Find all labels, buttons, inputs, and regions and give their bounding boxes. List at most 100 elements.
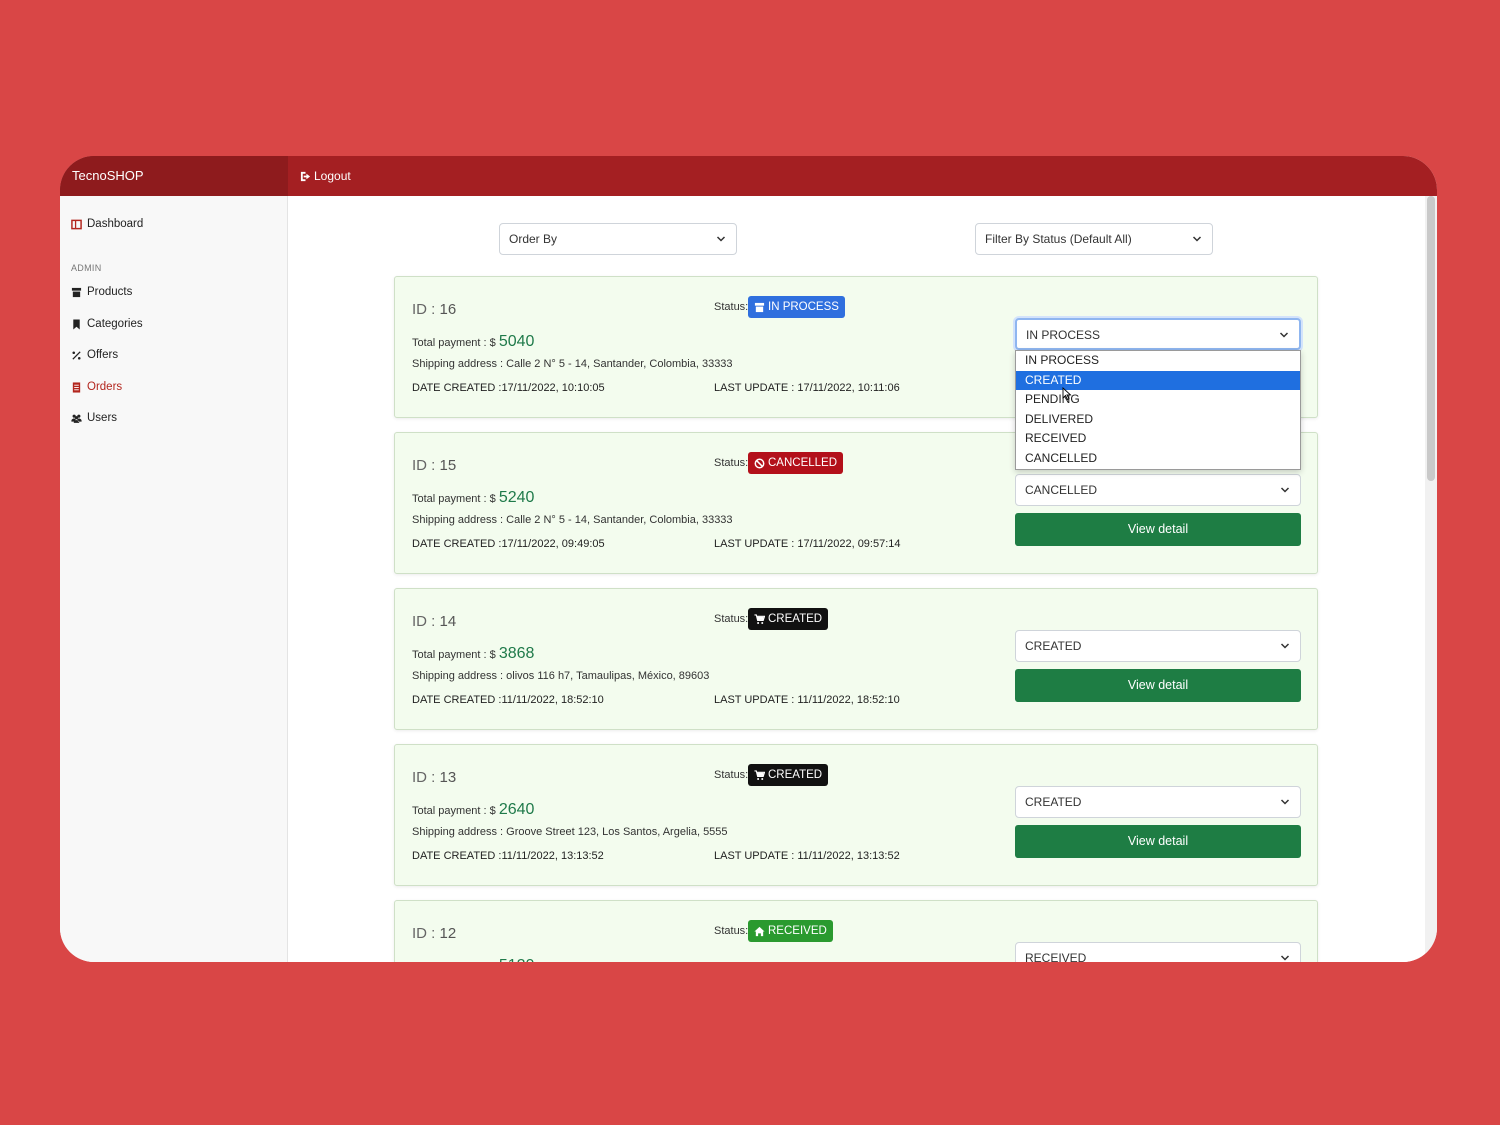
last-update-label: LAST UPDATE : (714, 382, 798, 394)
date-created-label: DATE CREATED : (412, 694, 502, 706)
brand-logo[interactable]: TecnoSHOP (60, 156, 288, 196)
total-payment-amount: 3868 (498, 645, 535, 662)
sidebar: Dashboard ADMIN Products Categories Offe… (60, 196, 288, 962)
orders-main: Order By Filter By Status (Default All) … (288, 196, 1425, 962)
status-option[interactable]: PENDING (1016, 390, 1300, 410)
status-option[interactable]: CANCELLED (1016, 449, 1300, 469)
users-icon (71, 414, 82, 423)
status-filter-select[interactable]: Filter By Status (Default All) (975, 223, 1213, 255)
total-payment-amount: 5040 (498, 333, 535, 350)
last-update: LAST UPDATE : 11/11/2022, 13:13:52 (714, 850, 900, 862)
shipping-value: olivos 116 h7, Tamaulipas, México, 89603 (506, 670, 710, 682)
order-card-14: ID : 14 Status: CREATED Total payment : … (394, 588, 1318, 730)
view-detail-button[interactable]: View detail (1015, 669, 1301, 702)
last-update: LAST UPDATE : 17/11/2022, 10:11:06 (714, 382, 900, 394)
status-option[interactable]: RECEIVED (1016, 429, 1300, 449)
last-update-label: LAST UPDATE : (714, 538, 798, 550)
status-options-list[interactable]: IN PROCESS CREATED PENDING DELIVERED REC… (1015, 350, 1301, 470)
shipping-address: Shipping address : Calle 2 N° 5 - 14, Sa… (412, 358, 733, 370)
sidebar-item-label: Orders (87, 381, 123, 393)
chevron-down-icon (716, 236, 726, 242)
order-card-12: ID : 12 Status: RECEIVED Total payment :… (394, 900, 1318, 962)
date-created-value: 11/11/2022, 18:52:10 (501, 694, 604, 706)
date-created-value: 17/11/2022, 09:49:05 (501, 538, 605, 550)
sidebar-item-label: Users (87, 412, 118, 424)
order-status-value: RECEIVED (1025, 951, 1087, 962)
order-status-select[interactable]: CREATED (1015, 786, 1301, 818)
status-badge: IN PROCESS (748, 296, 845, 318)
shipping-label: Shipping address : (412, 514, 507, 526)
status-badge: CANCELLED (748, 452, 844, 474)
sidebar-item-categories[interactable]: Categories (71, 318, 143, 330)
status-label: Status: (714, 301, 749, 313)
sidebar-item-products[interactable]: Products (71, 286, 132, 298)
order-id-label: ID : (412, 613, 440, 630)
date-created-label: DATE CREATED : (412, 850, 502, 862)
logout-button[interactable]: Logout (300, 156, 351, 196)
total-payment-label: Total payment : $ (412, 337, 499, 349)
date-created: DATE CREATED :17/11/2022, 10:10:05 (412, 382, 605, 394)
order-status-value: CANCELLED (1025, 483, 1098, 497)
status-option[interactable]: IN PROCESS (1016, 351, 1300, 371)
last-update-value: 11/11/2022, 18:52:10 (797, 694, 900, 706)
sidebar-item-offers[interactable]: Offers (71, 349, 118, 361)
mouse-cursor-icon (1062, 387, 1072, 401)
bookmark-icon (73, 318, 80, 330)
browser-window: TecnoSHOP Logout Dashboard ADMIN Product… (60, 156, 1437, 962)
shipping-value: Calle 2 N° 5 - 14, Santander, Colombia, … (506, 358, 733, 370)
logout-icon (300, 171, 311, 181)
last-update-value: 11/11/2022, 13:13:52 (797, 850, 900, 862)
order-status-select[interactable]: CANCELLED (1015, 474, 1301, 506)
scrollbar-thumb[interactable] (1427, 196, 1435, 481)
sidebar-item-label: Categories (87, 318, 143, 330)
status-badge-text: RECEIVED (768, 925, 827, 937)
order-id-value: 12 (439, 925, 457, 942)
order-by-select[interactable]: Order By (499, 223, 737, 255)
order-id: ID : 13 (412, 769, 456, 786)
view-detail-button[interactable]: View detail (1015, 513, 1301, 546)
shipping-address: Shipping address : olivos 116 h7, Tamaul… (412, 670, 709, 682)
status-badge-text: IN PROCESS (768, 301, 839, 313)
order-card-13: ID : 13 Status: CREATED Total payment : … (394, 744, 1318, 886)
order-id: ID : 14 (412, 613, 456, 630)
status-badge: CREATED (748, 764, 829, 786)
status-filter-value: Filter By Status (Default All) (985, 232, 1132, 246)
page-scrollbar[interactable] (1425, 196, 1437, 962)
sidebar-item-label: Offers (87, 349, 119, 361)
order-id: ID : 16 (412, 301, 456, 318)
total-payment-amount: 2640 (498, 801, 535, 818)
status-option[interactable]: DELIVERED (1016, 410, 1300, 430)
admin-heading: ADMIN (71, 263, 102, 273)
order-status-select[interactable]: CREATED (1015, 630, 1301, 662)
total-payment: Total payment : $ 2640 (412, 801, 534, 819)
sidebar-item-dashboard[interactable]: Dashboard (71, 218, 143, 230)
status-badge: CREATED (748, 608, 829, 630)
order-status-select[interactable]: RECEIVED (1015, 942, 1301, 962)
order-status-value: CREATED (1025, 639, 1082, 653)
percent-icon (72, 350, 81, 360)
order-id-value: 13 (439, 769, 457, 786)
sidebar-item-users[interactable]: Users (71, 412, 117, 424)
last-update-value: 17/11/2022, 09:57:14 (797, 538, 901, 550)
sidebar-item-orders[interactable]: Orders (71, 381, 122, 393)
view-detail-button[interactable]: View detail (1015, 825, 1301, 858)
total-payment-label: Total payment : $ (412, 493, 499, 505)
date-created-label: DATE CREATED : (412, 538, 502, 550)
status-label: Status: (714, 769, 749, 781)
order-status-select[interactable]: IN PROCESS (1015, 318, 1301, 350)
status-label: Status: (714, 925, 749, 937)
sidebar-item-label: Dashboard (87, 218, 144, 230)
top-navbar: TecnoSHOP Logout (60, 156, 1437, 196)
total-payment-amount: 5240 (498, 489, 535, 506)
cart-icon (754, 769, 765, 780)
date-created-value: 11/11/2022, 13:13:52 (501, 850, 604, 862)
shipping-label: Shipping address : (412, 670, 507, 682)
status-badge-text: CREATED (768, 613, 823, 625)
status-option-highlighted[interactable]: CREATED (1016, 370, 1300, 391)
order-id-value: 14 (439, 613, 457, 630)
order-id-label: ID : (412, 769, 440, 786)
box-icon (71, 287, 82, 297)
order-id-label: ID : (412, 457, 440, 474)
shipping-label: Shipping address : (412, 358, 507, 370)
sidebar-item-label: Products (87, 286, 133, 298)
